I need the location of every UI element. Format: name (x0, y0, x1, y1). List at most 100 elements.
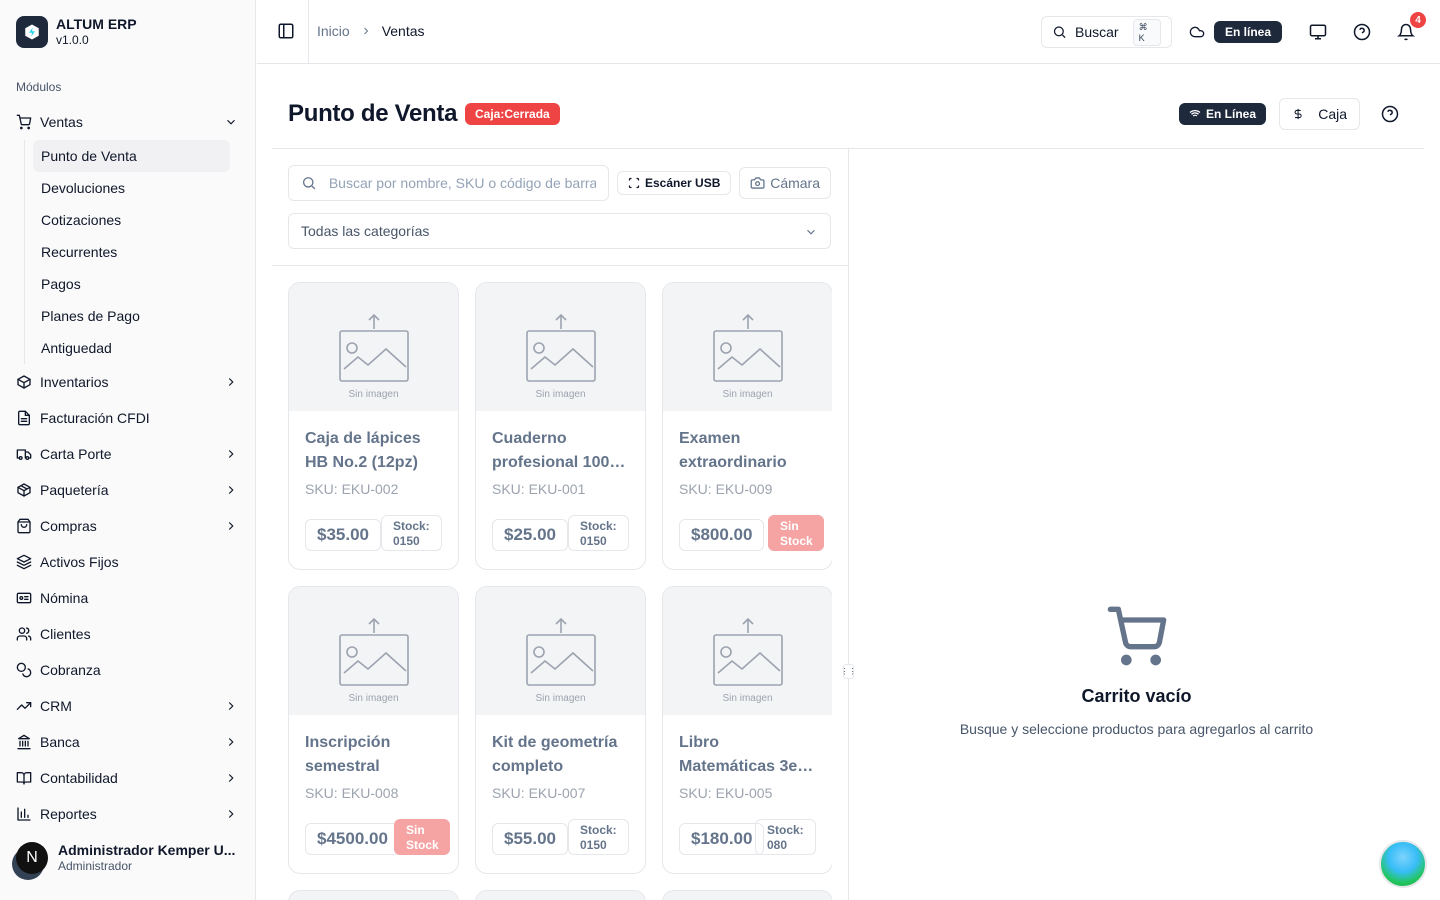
sidebar-subitem-cotizaciones[interactable]: Cotizaciones (33, 204, 230, 236)
product-sku: SKU: EKU-005 (679, 785, 773, 801)
product-sku: SKU: EKU-008 (305, 785, 399, 801)
no-image-label: Sin imagen (535, 389, 586, 400)
breadcrumb-current: Ventas (381, 23, 425, 39)
stock-label: Sin (406, 823, 425, 837)
product-card[interactable]: Sin imagen Kit de geometría completo SKU: … (475, 586, 646, 874)
sidebar-item-label: CRM (40, 698, 72, 714)
sidebar-subitem-planes-de-pago[interactable]: Planes de Pago (33, 300, 230, 332)
user-profile[interactable]: N Administrador Kemper U... Administrado… (16, 842, 240, 874)
sidebar-item-nómina[interactable]: Nómina (8, 580, 248, 616)
cart-empty-subtitle: Busque y seleccione productos para agreg… (959, 721, 1314, 737)
product-card[interactable] (288, 890, 459, 900)
monitor-icon[interactable] (1309, 23, 1327, 41)
cart-icon (16, 114, 32, 130)
register-status-badge: Caja:Cerrada (465, 103, 560, 125)
product-card[interactable]: Sin imagen Libro Matemáticas 3er grado SKU… (662, 586, 832, 874)
product-card[interactable]: Sin imagen Inscripción semestral SKU: EKU-… (288, 586, 459, 874)
brand-name: ALTUM ERP (56, 16, 137, 32)
sidebar-item-clientes[interactable]: Clientes (8, 616, 248, 652)
product-name: Caja de lápices HB No.2 (12pz) (305, 430, 421, 471)
sidebar: ALTUM ERP v1.0.0 Módulos Ventas Punto de… (0, 0, 256, 900)
stock-badge: Stock: 080 (755, 819, 816, 855)
register-button[interactable]: Caja (1279, 98, 1360, 130)
product-name: Examen extraordinario (679, 430, 787, 471)
product-name: Inscripción semestral (305, 734, 391, 775)
product-card[interactable] (662, 890, 832, 900)
stock-label: Stock: (580, 519, 617, 533)
chevron-down-icon (227, 119, 235, 125)
image-placeholder-icon (338, 313, 409, 382)
connection-label: En Línea (1206, 107, 1257, 121)
product-price: $4500.00 (305, 823, 400, 855)
product-price: $35.00 (305, 519, 381, 551)
connection-badge: En Línea (1179, 103, 1267, 125)
image-placeholder-icon (525, 313, 596, 382)
chevron-right-icon (228, 702, 234, 710)
user-name: Administrador Kemper U... (58, 842, 236, 858)
camera-button[interactable]: Cámara (739, 167, 831, 199)
sidebar-item-label: Compras (40, 518, 97, 534)
sidebar-subitem-recurrentes[interactable]: Recurrentes (33, 236, 230, 268)
product-image-placeholder: Sin imagen (476, 283, 645, 411)
sidebar-subitem-pagos[interactable]: Pagos (33, 268, 230, 300)
camera-label: Cámara (770, 175, 820, 191)
chevron-down-icon (807, 229, 815, 235)
product-card[interactable]: Sin imagen Examen extraordinario SKU: EKU-… (662, 282, 832, 570)
product-card[interactable]: Sin imagen Caja de lápices HB No.2 (12pz)… (288, 282, 459, 570)
stock-value: Stock (406, 838, 439, 852)
product-card[interactable] (475, 890, 646, 900)
sidebar-subitem-antiguedad[interactable]: Antiguedad (33, 332, 230, 364)
sidebar-item-reportes[interactable]: Reportes (8, 796, 248, 832)
usb-scanner-button[interactable]: Escáner USB (617, 171, 732, 195)
category-select[interactable]: Todas las categorías (288, 213, 831, 249)
sidebar-item-banca[interactable]: Banca (8, 724, 248, 760)
help-icon[interactable] (1353, 23, 1371, 41)
sidebar-subitem-punto-de-venta[interactable]: Punto de Venta (33, 140, 230, 172)
sidebar-item-facturación-cfdi[interactable]: Facturación CFDI (8, 400, 248, 436)
sidebar-item-cobranza[interactable]: Cobranza (8, 652, 248, 688)
global-search-button[interactable]: Buscar ⌘ K (1041, 16, 1172, 48)
product-search-field[interactable] (288, 165, 609, 201)
sidebar-item-compras[interactable]: Compras (8, 508, 248, 544)
user-role: Administrador (58, 859, 133, 873)
sidebar-nav: Ventas Punto de Venta Devoluciones Cotizac… (8, 104, 248, 832)
breadcrumb-home[interactable]: Inicio (317, 23, 350, 39)
help-icon[interactable] (1381, 105, 1399, 123)
sidebar-item-crm[interactable]: CRM (8, 688, 248, 724)
stock-label: Stock: (393, 519, 430, 533)
register-button-label: Caja (1318, 106, 1347, 122)
sidebar-item-ventas[interactable]: Ventas (8, 104, 248, 140)
package-icon (17, 483, 31, 497)
no-image-label: Sin imagen (722, 389, 773, 400)
brand[interactable]: ALTUM ERP v1.0.0 (16, 16, 137, 48)
sidebar-item-label: Cobranza (40, 662, 101, 678)
brand-version: v1.0.0 (56, 33, 89, 47)
cart-empty-state: Carrito vacío Busque y seleccione produc… (849, 604, 1424, 737)
sidebar-item-label: Clientes (40, 626, 91, 642)
sidebar-item-contabilidad[interactable]: Contabilidad (8, 760, 248, 796)
assistant-avatar-button[interactable] (1379, 840, 1427, 888)
sidebar-toggle-icon[interactable] (277, 22, 295, 40)
sidebar-item-label: Inventarios (40, 374, 109, 390)
product-card[interactable]: Sin imagen Cuaderno profesional 100 hojas… (475, 282, 646, 570)
product-name: Libro Matemáticas 3er grado (679, 734, 804, 775)
file-text-icon (18, 410, 30, 426)
stock-label: Sin (780, 519, 799, 533)
bank-icon (17, 734, 31, 750)
product-name: Cuaderno profesional 100 hojas (492, 430, 610, 471)
image-placeholder-icon (338, 617, 409, 686)
topbar-divider (308, 0, 309, 64)
sidebar-subitem-devoluciones[interactable]: Devoluciones (33, 172, 230, 204)
cloud-icon (1189, 26, 1205, 38)
no-image-label: Sin imagen (348, 693, 399, 704)
sidebar-item-carta-porte[interactable]: Carta Porte (8, 436, 248, 472)
product-sku: SKU: EKU-007 (492, 785, 586, 801)
sidebar-item-label: Reportes (40, 806, 97, 822)
search-label: Buscar (1075, 24, 1119, 40)
sidebar-item-activos-fijos[interactable]: Activos Fijos (8, 544, 248, 580)
product-image-placeholder: Sin imagen (289, 587, 458, 715)
sidebar-item-paquetería[interactable]: Paquetería (8, 472, 248, 508)
product-search-input[interactable] (328, 175, 596, 191)
sidebar-item-inventarios[interactable]: Inventarios (8, 364, 248, 400)
modules-section-label: Módulos (16, 80, 62, 94)
